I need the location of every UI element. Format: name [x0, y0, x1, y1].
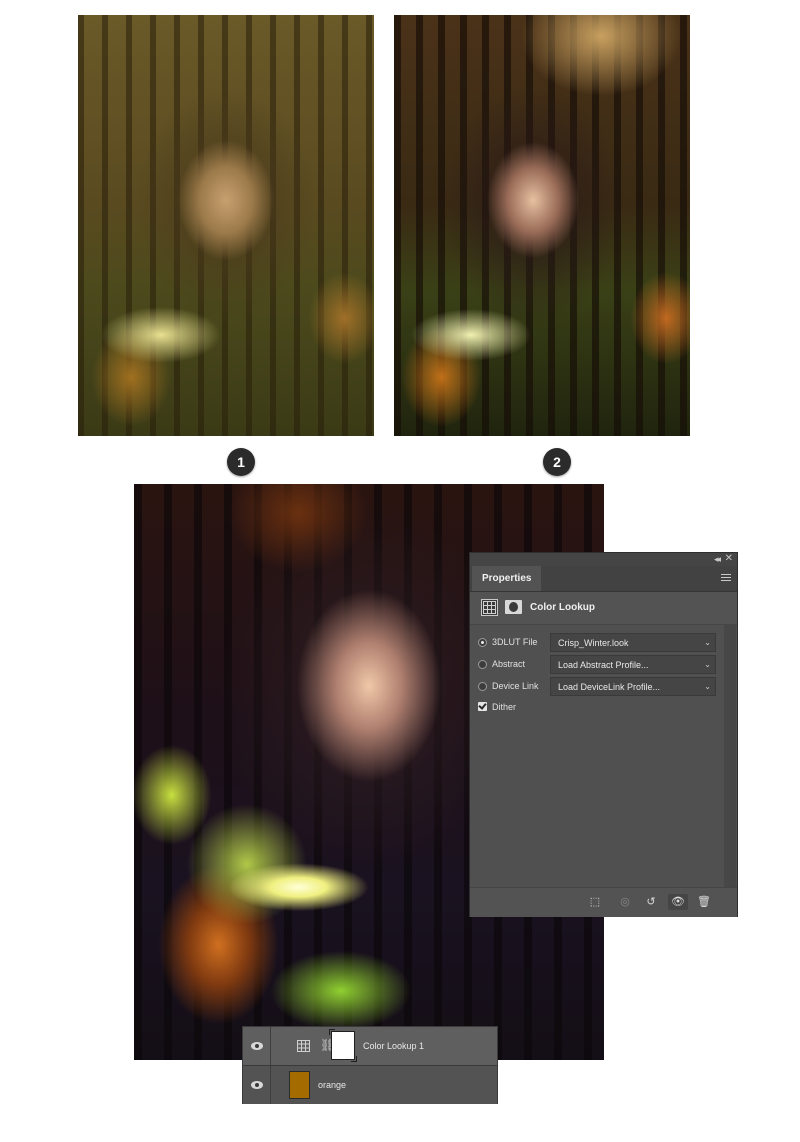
panel-scrollbar[interactable] — [724, 625, 736, 887]
radio-device-link[interactable] — [478, 682, 487, 691]
step-badge-1: 1 — [227, 448, 255, 476]
option-row-abstract: Abstract Load Abstract Profile... ⌄ — [470, 655, 737, 675]
visibility-icon[interactable]: 👁 — [668, 894, 688, 910]
select-3dlut-file[interactable]: Crisp_Winter.look ⌄ — [550, 633, 716, 652]
eye-icon — [251, 1042, 263, 1050]
color-lookup-icon[interactable] — [481, 599, 498, 616]
photo-before-step-1 — [78, 15, 374, 436]
layer-mask-thumbnail[interactable] — [329, 1029, 357, 1062]
layer-row-color-lookup[interactable]: ⛓ Color Lookup 1 — [243, 1027, 497, 1066]
option-label: Abstract — [492, 659, 526, 669]
chevron-down-icon: ⌄ — [704, 682, 711, 691]
select-value: Load DeviceLink Profile... — [558, 682, 661, 692]
eye-icon — [251, 1081, 263, 1089]
radio-abstract[interactable] — [478, 660, 487, 669]
dither-label: Dither — [492, 702, 517, 712]
layer-name: orange — [318, 1080, 347, 1090]
panel-footer: ⬚ ◎ ↺ 👁 🗑 — [470, 887, 737, 917]
layer-name: Color Lookup 1 — [363, 1041, 425, 1051]
layer-visibility-toggle[interactable] — [243, 1066, 271, 1104]
chevron-down-icon: ⌄ — [704, 638, 711, 647]
layers-panel: ⛓ Color Lookup 1 orange — [242, 1026, 498, 1104]
option-row-dither: Dither — [470, 698, 737, 718]
trash-icon[interactable]: 🗑 — [695, 894, 713, 910]
clip-to-layer-icon[interactable]: ⬚ — [586, 894, 604, 910]
tab-properties[interactable]: Properties — [472, 566, 542, 591]
option-label: Device Link — [492, 681, 539, 691]
color-lookup-options: 3DLUT File Crisp_Winter.look ⌄ Abstract … — [470, 625, 737, 887]
select-abstract[interactable]: Load Abstract Profile... ⌄ — [550, 655, 716, 674]
chevron-down-icon: ⌄ — [704, 660, 711, 669]
panel-titlebar[interactable]: ◂◂ ✕ — [470, 553, 737, 566]
photo-after-step-2 — [394, 15, 690, 436]
select-value: Crisp_Winter.look — [558, 638, 629, 648]
layer-color-swatch[interactable] — [289, 1071, 310, 1099]
select-device-link[interactable]: Load DeviceLink Profile... ⌄ — [550, 677, 716, 696]
layer-visibility-toggle[interactable] — [243, 1027, 271, 1065]
adjustment-header: Color Lookup — [470, 592, 737, 625]
close-icon[interactable]: ✕ — [725, 553, 733, 564]
option-label: 3DLUT File — [492, 637, 538, 647]
radio-3dlut-file[interactable] — [478, 638, 487, 647]
panel-menu-icon[interactable] — [721, 574, 731, 583]
select-value: Load Abstract Profile... — [558, 660, 649, 670]
step-badge-2: 2 — [543, 448, 571, 476]
adjustment-title: Color Lookup — [530, 602, 595, 613]
view-previous-icon[interactable]: ◎ — [616, 894, 634, 910]
dither-checkbox[interactable] — [478, 702, 487, 711]
collapse-icon[interactable]: ◂◂ — [714, 554, 721, 565]
option-row-3dlut-file: 3DLUT File Crisp_Winter.look ⌄ — [470, 633, 737, 653]
color-lookup-icon — [297, 1040, 310, 1052]
layer-row-orange[interactable]: orange — [243, 1066, 497, 1104]
tab-strip: Properties — [470, 566, 737, 592]
option-row-device-link: Device Link Load DeviceLink Profile... ⌄ — [470, 677, 737, 697]
properties-panel: ◂◂ ✕ Properties Color Lookup 3DLUT File … — [469, 552, 738, 917]
reset-icon[interactable]: ↺ — [642, 894, 660, 910]
layer-mask-icon[interactable] — [505, 600, 522, 614]
